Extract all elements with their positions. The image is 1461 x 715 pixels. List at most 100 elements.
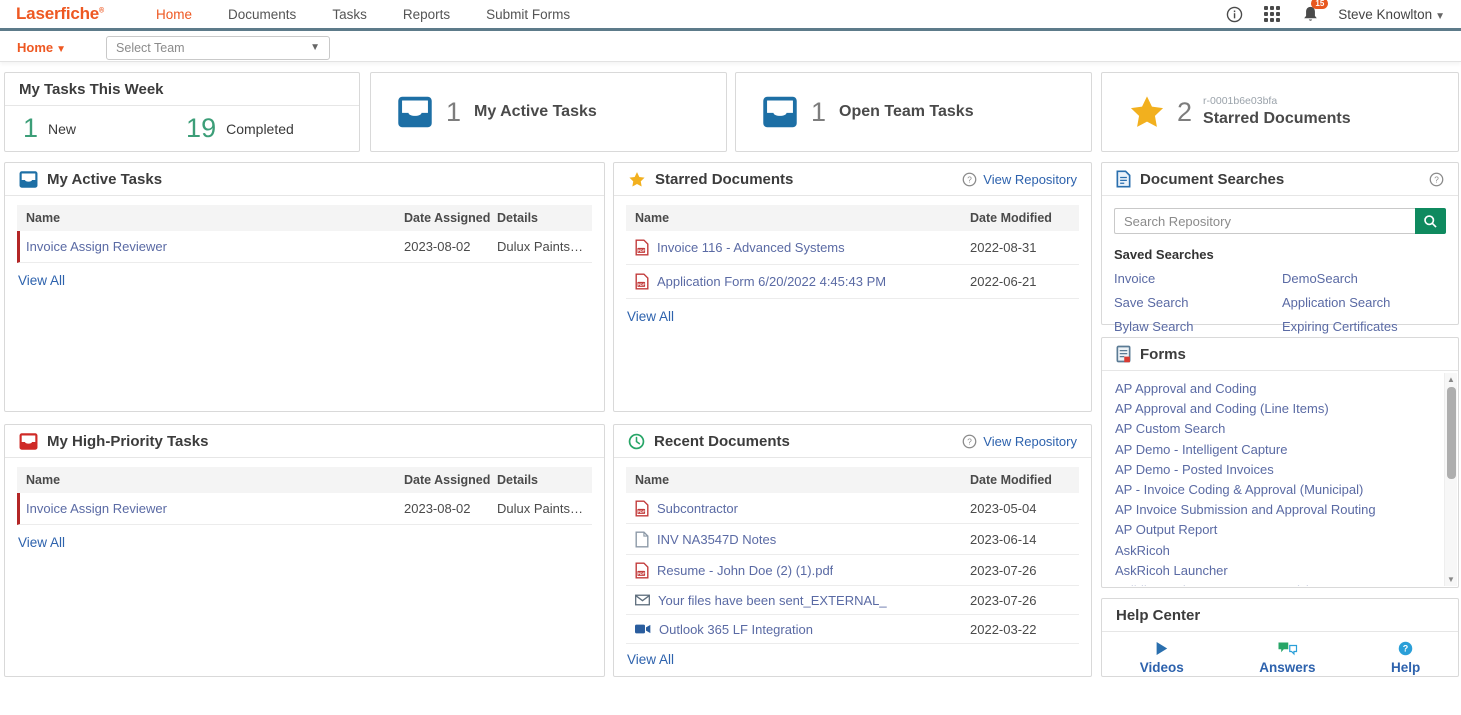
saved-search-link[interactable]: Bylaw Search xyxy=(1114,319,1278,334)
view-all-link[interactable]: View All xyxy=(627,652,674,667)
active-tasks-count: 1 xyxy=(446,97,461,128)
saved-search-link[interactable]: DemoSearch xyxy=(1282,271,1446,286)
form-link[interactable]: AP Approval and Coding xyxy=(1115,379,1432,399)
form-link[interactable]: AskRicoh xyxy=(1115,541,1432,561)
saved-search-link[interactable]: Invoice xyxy=(1114,271,1278,286)
notification-badge: 15 xyxy=(1311,0,1328,9)
open-team-tasks-label: Open Team Tasks xyxy=(839,103,974,121)
document-link[interactable]: Subcontractor xyxy=(657,501,738,516)
forms-scrollbar[interactable]: ▲ ▼ xyxy=(1444,373,1457,586)
notifications-bell-icon[interactable]: 15 xyxy=(1300,4,1320,24)
view-all-link[interactable]: View All xyxy=(18,535,65,550)
table-row[interactable]: PDF Application Form 6/20/2022 4:45:43 P… xyxy=(626,265,1079,299)
column-header-name: Name xyxy=(26,473,404,487)
card-my-active-tasks[interactable]: 1 My Active Tasks xyxy=(370,72,727,152)
help-item-videos[interactable]: Videos xyxy=(1140,641,1184,675)
svg-text:PDF: PDF xyxy=(638,283,646,287)
form-link[interactable]: AP - Invoice Coding & Approval (Municipa… xyxy=(1115,480,1432,500)
table-row[interactable]: PDF Resume - John Doe (2) (1).pdf 2023-0… xyxy=(626,555,1079,586)
team-select-placeholder: Select Team xyxy=(116,41,307,55)
chevron-down-icon: ▼ xyxy=(1435,11,1445,22)
task-link[interactable]: Invoice Assign Reviewer xyxy=(26,239,167,254)
form-link[interactable]: AP Custom Search xyxy=(1115,419,1432,439)
search-input[interactable] xyxy=(1114,208,1415,234)
nav-menu: Home Documents Tasks Reports Submit Form… xyxy=(156,7,570,22)
table-row[interactable]: Your files have been sent_EXTERNAL_ 2023… xyxy=(626,586,1079,615)
document-link[interactable]: Invoice 116 - Advanced Systems xyxy=(657,240,845,255)
laserfiche-logo[interactable]: Laserfiche® xyxy=(16,4,104,24)
saved-search-link[interactable]: Expiring Certificates xyxy=(1282,319,1446,334)
date-modified: 2023-07-26 xyxy=(970,593,1070,608)
app-grid-icon[interactable] xyxy=(1262,4,1282,24)
star-icon xyxy=(1128,94,1166,130)
document-link[interactable]: Your files have been sent_EXTERNAL_ xyxy=(658,593,887,608)
form-link[interactable]: AP Invoice Submission and Approval Routi… xyxy=(1115,500,1432,520)
question-circle-icon[interactable]: ? xyxy=(962,172,977,187)
starred-documents-table: Name Date Modified PDF Invoice 116 - Adv… xyxy=(626,205,1079,299)
table-row[interactable]: Invoice Assign Reviewer 2023-08-02 Dulux… xyxy=(17,493,592,525)
help-item-answers[interactable]: Answers xyxy=(1259,641,1315,675)
scroll-down-arrow[interactable]: ▼ xyxy=(1445,573,1457,586)
nav-item-documents[interactable]: Documents xyxy=(228,7,296,22)
card-open-team-tasks[interactable]: 1 Open Team Tasks xyxy=(735,72,1092,152)
dashboard-selector-label: Home xyxy=(17,40,53,55)
form-link[interactable]: AP Demo - Intelligent Capture xyxy=(1115,440,1432,460)
question-circle-icon[interactable]: ? xyxy=(962,434,977,449)
document-link[interactable]: INV NA3547D Notes xyxy=(657,532,776,547)
play-icon xyxy=(1155,641,1168,656)
table-row[interactable]: Invoice Assign Reviewer 2023-08-02 Dulux… xyxy=(17,231,592,263)
help-item-label: Help xyxy=(1391,660,1420,675)
panel-title: Document Searches xyxy=(1140,171,1284,188)
form-link[interactable]: AskRicoh Launcher xyxy=(1115,561,1432,581)
panel-title: Help Center xyxy=(1102,599,1458,632)
document-icon xyxy=(635,531,649,548)
table-row[interactable]: PDF Subcontractor 2023-05-04 xyxy=(626,493,1079,524)
view-repository-link[interactable]: View Repository xyxy=(983,172,1077,187)
completed-count: 19 xyxy=(186,113,216,144)
saved-search-link[interactable]: Application Search xyxy=(1282,295,1446,310)
table-row[interactable]: Outlook 365 LF Integration 2022-03-22 xyxy=(626,615,1079,644)
scrollbar-thumb[interactable] xyxy=(1447,387,1456,479)
chat-bubbles-icon xyxy=(1277,641,1298,656)
user-menu[interactable]: Steve Knowlton▼ xyxy=(1338,7,1445,22)
high-priority-tasks-icon xyxy=(19,433,38,450)
question-circle-icon[interactable]: ? xyxy=(1429,172,1444,187)
card-starred-documents[interactable]: 2 r-0001b6e03bfa Starred Documents xyxy=(1101,72,1459,152)
view-all-link[interactable]: View All xyxy=(18,273,65,288)
logo-text: Laserfiche xyxy=(16,4,99,23)
document-link[interactable]: Resume - John Doe (2) (1).pdf xyxy=(657,563,833,578)
scroll-up-arrow[interactable]: ▲ xyxy=(1445,373,1457,386)
document-link[interactable]: Application Form 6/20/2022 4:45:43 PM xyxy=(657,274,886,289)
table-row[interactable]: INV NA3547D Notes 2023-06-14 xyxy=(626,524,1079,555)
info-icon[interactable] xyxy=(1224,4,1244,24)
nav-item-tasks[interactable]: Tasks xyxy=(332,7,367,22)
help-item-help[interactable]: ? Help xyxy=(1391,641,1420,675)
pdf-icon: PDF xyxy=(635,500,649,517)
date-modified: 2023-07-26 xyxy=(970,563,1070,578)
active-tasks-table: Name Date Assigned Details Invoice Assig… xyxy=(17,205,592,263)
svg-text:PDF: PDF xyxy=(638,571,646,575)
saved-search-link[interactable]: Save Search xyxy=(1114,295,1278,310)
date-modified: 2022-08-31 xyxy=(970,240,1070,255)
task-link[interactable]: Invoice Assign Reviewer xyxy=(26,501,167,516)
stat-completed: 19 Completed xyxy=(186,113,294,144)
email-icon xyxy=(635,594,650,606)
task-date-assigned: 2023-08-02 xyxy=(404,501,497,516)
document-link[interactable]: Outlook 365 LF Integration xyxy=(659,622,813,637)
form-link[interactable]: AP Demo - Posted Invoices xyxy=(1115,460,1432,480)
nav-item-home[interactable]: Home xyxy=(156,7,192,22)
form-link[interactable]: Building Maintenance Request (1) xyxy=(1115,581,1432,586)
dashboard-selector[interactable]: Home▼ xyxy=(17,40,66,55)
form-link[interactable]: AP Output Report xyxy=(1115,520,1432,540)
video-icon xyxy=(635,624,651,634)
card-my-tasks-this-week: My Tasks This Week 1 New 19 Completed xyxy=(4,72,360,152)
nav-item-submit-forms[interactable]: Submit Forms xyxy=(486,7,570,22)
view-repository-link[interactable]: View Repository xyxy=(983,434,1077,449)
search-button[interactable] xyxy=(1415,208,1446,234)
saved-searches-label: Saved Searches xyxy=(1114,247,1446,262)
team-select-dropdown[interactable]: Select Team ▼ xyxy=(106,36,330,60)
nav-item-reports[interactable]: Reports xyxy=(403,7,450,22)
form-link[interactable]: AP Approval and Coding (Line Items) xyxy=(1115,399,1432,419)
table-row[interactable]: PDF Invoice 116 - Advanced Systems 2022-… xyxy=(626,231,1079,265)
view-all-link[interactable]: View All xyxy=(627,309,674,324)
